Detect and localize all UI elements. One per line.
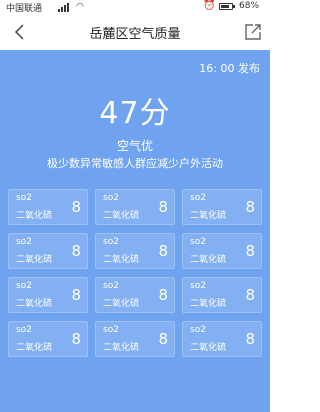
aqi-level: 空气优 [116, 139, 153, 153]
pollutant-name: 二氧化硫 [103, 211, 140, 221]
pollutant-name: 二氧化硫 [103, 299, 140, 309]
pollutant-value: 8 [158, 198, 168, 216]
pollutant-name: 二氧化硫 [190, 255, 227, 265]
battery-level: 68% [239, 1, 260, 11]
aqi-score: 47分 [99, 96, 171, 131]
pollutant-value: 8 [71, 330, 81, 348]
pollutant-name: 二氧化硫 [190, 343, 227, 353]
pollutant-value: 8 [245, 198, 255, 216]
air-quality-panel: 16: 00 发布 47分 空气优 极少数异常敏感人群应减少户外活动 so2 二… [0, 50, 270, 412]
pollutant-code: so2 [190, 193, 206, 203]
pollutant-card[interactable]: so2 二氧化硫 8 [8, 233, 88, 269]
pollutant-code: so2 [103, 281, 119, 291]
pollutant-code: so2 [190, 237, 206, 247]
pollutant-name: 二氧化硫 [16, 299, 53, 309]
pollutant-name: 二氧化硫 [103, 343, 140, 353]
pollutant-card[interactable]: so2 二氧化硫 8 [182, 233, 262, 269]
pollutant-card[interactable]: so2 二氧化硫 8 [95, 321, 175, 357]
status-bar: 中国联通 ◠ ⏰ 68% [0, 0, 270, 14]
pollutant-name: 二氧化硫 [190, 299, 227, 309]
pollutant-card[interactable]: so2 二氧化硫 8 [95, 277, 175, 313]
pollutant-code: so2 [16, 281, 32, 291]
pollutant-card[interactable]: so2 二氧化硫 8 [8, 189, 88, 225]
pollutant-code: so2 [190, 325, 206, 335]
pollutant-grid: so2 二氧化硫 8 so2 二氧化硫 8 so2 二氧化硫 8 so2 二氧化… [8, 189, 262, 357]
pollutant-name: 二氧化硫 [16, 211, 53, 221]
back-arrow-icon[interactable] [10, 20, 30, 44]
pollutant-code: so2 [103, 325, 119, 335]
pollutant-value: 8 [158, 330, 168, 348]
publish-time: 16: 00 发布 [199, 62, 260, 75]
wifi-icon: ◠ [76, 2, 84, 12]
pollutant-code: so2 [103, 193, 119, 203]
pollutant-name: 二氧化硫 [16, 343, 53, 353]
nav-bar: 岳麓区空气质量 [0, 14, 270, 50]
health-advice: 极少数异常敏感人群应减少户外活动 [47, 157, 223, 170]
page-title: 岳麓区空气质量 [89, 27, 181, 42]
pollutant-code: so2 [16, 193, 32, 203]
pollutant-code: so2 [103, 237, 119, 247]
pollutant-value: 8 [71, 242, 81, 260]
pollutant-value: 8 [158, 286, 168, 304]
pollutant-card[interactable]: so2 二氧化硫 8 [8, 321, 88, 357]
pollutant-name: 二氧化硫 [16, 255, 53, 265]
carrier-label: 中国联通 [6, 4, 43, 14]
pollutant-card[interactable]: so2 二氧化硫 8 [95, 233, 175, 269]
pollutant-value: 8 [71, 286, 81, 304]
pollutant-card[interactable]: so2 二氧化硫 8 [95, 189, 175, 225]
signal-icon [58, 3, 69, 12]
pollutant-card[interactable]: so2 二氧化硫 8 [182, 189, 262, 225]
pollutant-value: 8 [71, 198, 81, 216]
pollutant-card[interactable]: so2 二氧化硫 8 [182, 321, 262, 357]
pollutant-code: so2 [16, 325, 32, 335]
pollutant-name: 二氧化硫 [190, 211, 227, 221]
pollutant-code: so2 [190, 281, 206, 291]
pollutant-card[interactable]: so2 二氧化硫 8 [182, 277, 262, 313]
battery-icon [219, 3, 235, 10]
share-icon[interactable] [244, 23, 262, 41]
pollutant-value: 8 [245, 330, 255, 348]
pollutant-value: 8 [245, 242, 255, 260]
pollutant-value: 8 [158, 242, 168, 260]
pollutant-value: 8 [245, 286, 255, 304]
alarm-icon: ⏰ [203, 0, 216, 11]
pollutant-name: 二氧化硫 [103, 255, 140, 265]
pollutant-code: so2 [16, 237, 32, 247]
pollutant-card[interactable]: so2 二氧化硫 8 [8, 277, 88, 313]
